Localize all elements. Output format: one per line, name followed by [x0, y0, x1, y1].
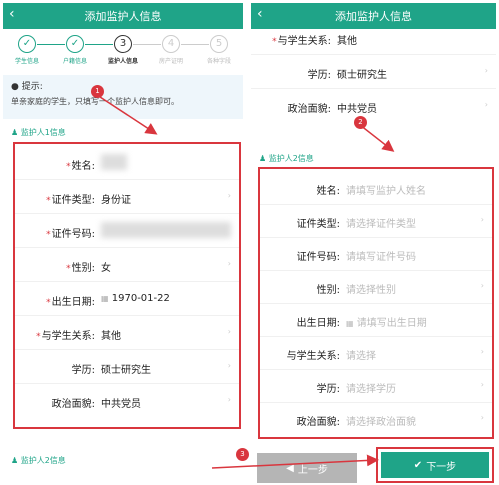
arrow-to-form1: [96, 94, 158, 135]
annotation-arrows: [96, 94, 395, 469]
arrow-to-form2: [359, 124, 395, 152]
arrow-to-next: [211, 454, 379, 469]
